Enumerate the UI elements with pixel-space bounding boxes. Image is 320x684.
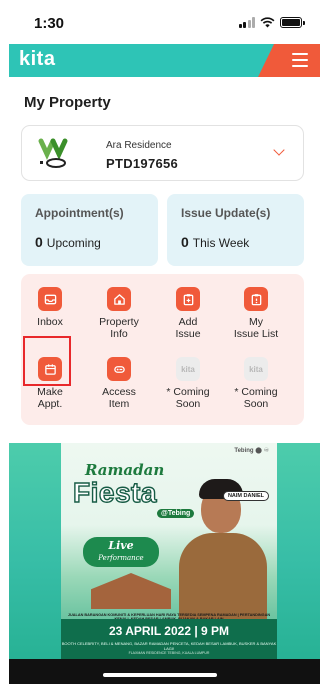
menu-label: Add Issue	[175, 316, 201, 340]
menu-item-access-item[interactable]: Access Item	[84, 357, 154, 410]
menu-item-inbox[interactable]: Inbox	[15, 287, 85, 328]
menu-label: * Coming Soon	[234, 386, 278, 410]
wifi-icon	[260, 17, 275, 28]
banner-live-badge: Live Performance	[83, 537, 159, 567]
inbox-icon	[38, 287, 62, 311]
property-code: PTD197656	[106, 156, 179, 171]
appointments-count: 0	[35, 234, 43, 250]
banner-date: 23 APRIL 2022 | 9 PM	[108, 624, 230, 638]
appointments-card[interactable]: Appointment(s) 0 Upcoming	[21, 194, 158, 266]
key-icon	[107, 357, 131, 381]
chevron-down-icon[interactable]	[273, 144, 285, 156]
status-bar: 1:30	[0, 0, 320, 44]
menu-item-add-issue[interactable]: Add Issue	[153, 287, 223, 340]
issue-updates-count: 0	[181, 234, 189, 250]
banner-subtext: BOOTH CELEBRITY, BELI & MENANG, BAZAR RA…	[61, 641, 277, 651]
menu-label: * Coming Soon	[166, 386, 210, 410]
issue-updates-value: 0 This Week	[181, 234, 249, 250]
battery-icon	[280, 17, 305, 28]
quick-menu-grid: Inbox Property Info Add Issue My Issue L…	[21, 274, 304, 425]
header-accent	[258, 44, 320, 77]
kita-logo: kita	[19, 48, 56, 70]
promo-banner-carousel[interactable]: Tebing ⬤ ♾ Ramadan Fiesta @Tebing Live P…	[9, 443, 320, 659]
menu-label: Make Appt.	[37, 386, 63, 410]
signal-icon	[238, 17, 255, 28]
home-icon	[107, 287, 131, 311]
promo-banner[interactable]: Tebing ⬤ ♾ Ramadan Fiesta @Tebing Live P…	[61, 443, 277, 659]
menu-label: Property Info	[99, 316, 139, 340]
menu-label: Access Item	[102, 386, 136, 410]
menu-item-coming-soon-2: kita * Coming Soon	[221, 357, 291, 410]
appointments-label: Upcoming	[46, 236, 101, 250]
banner-next-peek	[277, 443, 320, 659]
appointments-title: Appointment(s)	[35, 206, 124, 220]
clipboard-add-icon	[176, 287, 200, 311]
banner-house-illustration	[91, 573, 171, 609]
property-name: Ara Residence	[106, 140, 172, 151]
bottom-bar	[9, 659, 320, 684]
hamburger-menu-button[interactable]	[292, 53, 308, 67]
app-header: kita	[9, 44, 320, 77]
banner-fiesta-text: Fiesta	[72, 476, 157, 508]
page-title: My Property	[24, 94, 111, 111]
status-icons	[238, 17, 305, 28]
menu-label: Inbox	[37, 316, 63, 328]
menu-label: My Issue List	[233, 316, 279, 340]
kita-placeholder-icon: kita	[244, 357, 268, 381]
menu-item-my-issue-list[interactable]: My Issue List	[221, 287, 291, 340]
home-indicator[interactable]	[103, 673, 217, 677]
menu-item-make-appointment[interactable]: Make Appt.	[15, 357, 85, 410]
clipboard-list-icon	[244, 287, 268, 311]
banner-prev-peek	[9, 443, 61, 659]
menu-item-coming-soon-1: kita * Coming Soon	[153, 357, 223, 410]
appointments-value: 0 Upcoming	[35, 234, 101, 250]
issue-updates-card[interactable]: Issue Update(s) 0 This Week	[167, 194, 304, 266]
issue-updates-title: Issue Update(s)	[181, 206, 271, 220]
issue-updates-label: This Week	[192, 236, 250, 250]
menu-item-property-info[interactable]: Property Info	[84, 287, 154, 340]
kita-placeholder-icon: kita	[176, 357, 200, 381]
property-logo-icon	[38, 138, 68, 168]
status-time: 1:30	[34, 15, 65, 32]
banner-sponsors: Tebing ⬤ ♾	[234, 448, 269, 454]
calendar-icon	[38, 357, 62, 381]
banner-name-tag: NAIM DANIEL	[222, 491, 269, 501]
banner-footer-text: FLAXMAN RESIDENCE TEBING, KUALA LUMPUR	[128, 651, 210, 655]
property-selector[interactable]: Ara Residence PTD197656	[21, 125, 304, 181]
